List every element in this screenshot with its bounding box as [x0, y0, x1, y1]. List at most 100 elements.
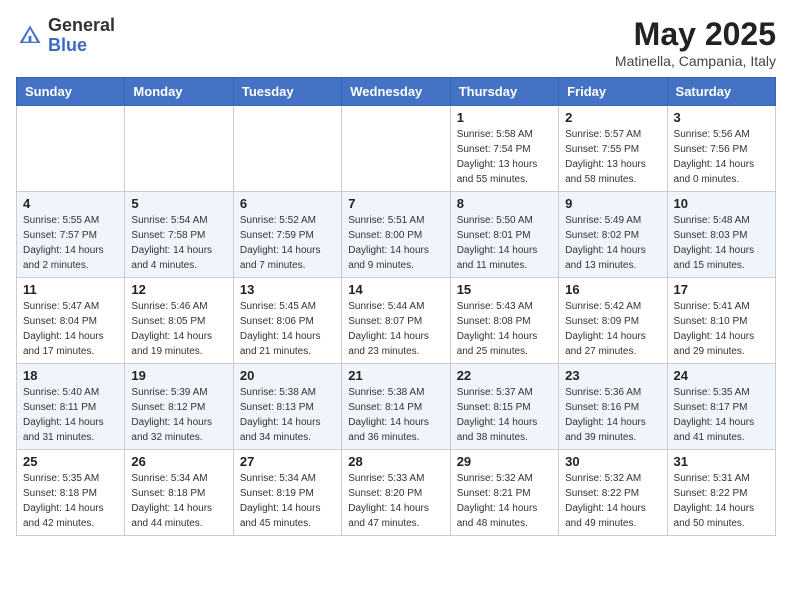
page-header: General Blue May 2025 Matinella, Campani… — [16, 16, 776, 69]
weekday-header: Monday — [125, 78, 233, 106]
day-info: Sunrise: 5:34 AM Sunset: 8:19 PM Dayligh… — [240, 473, 321, 529]
day-number: 6 — [240, 196, 335, 211]
day-number: 5 — [131, 196, 226, 211]
day-number: 21 — [348, 368, 443, 383]
day-info: Sunrise: 5:45 AM Sunset: 8:06 PM Dayligh… — [240, 301, 321, 357]
day-info: Sunrise: 5:40 AM Sunset: 8:11 PM Dayligh… — [23, 387, 104, 443]
day-info: Sunrise: 5:46 AM Sunset: 8:05 PM Dayligh… — [131, 301, 212, 357]
calendar-cell: 2Sunrise: 5:57 AM Sunset: 7:55 PM Daylig… — [559, 106, 667, 192]
logo-icon — [16, 22, 44, 50]
day-info: Sunrise: 5:55 AM Sunset: 7:57 PM Dayligh… — [23, 215, 104, 271]
day-number: 23 — [565, 368, 660, 383]
calendar-week-row: 11 Sunrise: 5:47 AM Sunset: 8:04 PM Dayli… — [17, 278, 776, 364]
day-info: Sunrise: 5:51 AM Sunset: 8:00 PM Dayligh… — [348, 215, 429, 271]
title-block: May 2025 Matinella, Campania, Italy — [615, 16, 776, 69]
calendar-cell: 3 Sunrise: 5:56 AM Sunset: 7:56 PM Daylig… — [667, 106, 775, 192]
calendar-header-row: SundayMondayTuesdayWednesdayThursdayFrid… — [17, 78, 776, 106]
weekday-header: Sunday — [17, 78, 125, 106]
calendar-cell: 7Sunrise: 5:51 AM Sunset: 8:00 PM Daylig… — [342, 192, 450, 278]
day-number: 31 — [674, 454, 769, 469]
day-number: 13 — [240, 282, 335, 297]
calendar-cell: 4Sunrise: 5:55 AM Sunset: 7:57 PM Daylig… — [17, 192, 125, 278]
day-info: Sunrise: 5:41 AM Sunset: 8:10 PM Dayligh… — [674, 301, 755, 357]
day-number: 26 — [131, 454, 226, 469]
day-info: Sunrise: 5:49 AM Sunset: 8:02 PM Dayligh… — [565, 215, 646, 271]
calendar-week-row: 4Sunrise: 5:55 AM Sunset: 7:57 PM Daylig… — [17, 192, 776, 278]
day-info: Sunrise: 5:38 AM Sunset: 8:14 PM Dayligh… — [348, 387, 429, 443]
day-info: Sunrise: 5:44 AM Sunset: 8:07 PM Dayligh… — [348, 301, 429, 357]
calendar-cell: 23 Sunrise: 5:36 AM Sunset: 8:16 PM Dayli… — [559, 364, 667, 450]
calendar-cell: 10 Sunrise: 5:48 AM Sunset: 8:03 PM Dayli… — [667, 192, 775, 278]
calendar-cell: 11 Sunrise: 5:47 AM Sunset: 8:04 PM Dayli… — [17, 278, 125, 364]
day-info: Sunrise: 5:47 AM Sunset: 8:04 PM Dayligh… — [23, 301, 104, 357]
day-number: 17 — [674, 282, 769, 297]
day-number: 8 — [457, 196, 552, 211]
day-number: 15 — [457, 282, 552, 297]
calendar-cell: 18Sunrise: 5:40 AM Sunset: 8:11 PM Dayli… — [17, 364, 125, 450]
calendar-cell: 14 Sunrise: 5:44 AM Sunset: 8:07 PM Dayli… — [342, 278, 450, 364]
weekday-header: Friday — [559, 78, 667, 106]
day-info: Sunrise: 5:33 AM Sunset: 8:20 PM Dayligh… — [348, 473, 429, 529]
weekday-header: Tuesday — [233, 78, 341, 106]
calendar-table: SundayMondayTuesdayWednesdayThursdayFrid… — [16, 77, 776, 536]
calendar-week-row: 18Sunrise: 5:40 AM Sunset: 8:11 PM Dayli… — [17, 364, 776, 450]
day-info: Sunrise: 5:35 AM Sunset: 8:18 PM Dayligh… — [23, 473, 104, 529]
day-info: Sunrise: 5:43 AM Sunset: 8:08 PM Dayligh… — [457, 301, 538, 357]
calendar-cell: 19 Sunrise: 5:39 AM Sunset: 8:12 PM Dayli… — [125, 364, 233, 450]
day-info: Sunrise: 5:56 AM Sunset: 7:56 PM Dayligh… — [674, 129, 755, 185]
calendar-cell: 6 Sunrise: 5:52 AM Sunset: 7:59 PM Daylig… — [233, 192, 341, 278]
day-info: Sunrise: 5:34 AM Sunset: 8:18 PM Dayligh… — [131, 473, 212, 529]
calendar-cell: 16Sunrise: 5:42 AM Sunset: 8:09 PM Dayli… — [559, 278, 667, 364]
calendar-cell: 8 Sunrise: 5:50 AM Sunset: 8:01 PM Daylig… — [450, 192, 558, 278]
day-number: 1 — [457, 110, 552, 125]
day-number: 20 — [240, 368, 335, 383]
day-number: 16 — [565, 282, 660, 297]
day-number: 22 — [457, 368, 552, 383]
day-number: 29 — [457, 454, 552, 469]
calendar-cell: 29Sunrise: 5:32 AM Sunset: 8:21 PM Dayli… — [450, 450, 558, 536]
calendar-cell: 26 Sunrise: 5:34 AM Sunset: 8:18 PM Dayli… — [125, 450, 233, 536]
day-info: Sunrise: 5:32 AM Sunset: 8:22 PM Dayligh… — [565, 473, 646, 529]
calendar-cell: 5 Sunrise: 5:54 AM Sunset: 7:58 PM Daylig… — [125, 192, 233, 278]
calendar-cell: 21 Sunrise: 5:38 AM Sunset: 8:14 PM Dayli… — [342, 364, 450, 450]
calendar-week-row: 1 Sunrise: 5:58 AM Sunset: 7:54 PM Daylig… — [17, 106, 776, 192]
logo: General Blue — [16, 16, 115, 56]
day-number: 28 — [348, 454, 443, 469]
day-info: Sunrise: 5:39 AM Sunset: 8:12 PM Dayligh… — [131, 387, 212, 443]
day-number: 2 — [565, 110, 660, 125]
day-info: Sunrise: 5:36 AM Sunset: 8:16 PM Dayligh… — [565, 387, 646, 443]
location: Matinella, Campania, Italy — [615, 53, 776, 69]
calendar-cell: 20Sunrise: 5:38 AM Sunset: 8:13 PM Dayli… — [233, 364, 341, 450]
calendar-cell: 9 Sunrise: 5:49 AM Sunset: 8:02 PM Daylig… — [559, 192, 667, 278]
calendar-cell: 1 Sunrise: 5:58 AM Sunset: 7:54 PM Daylig… — [450, 106, 558, 192]
calendar-cell: 24Sunrise: 5:35 AM Sunset: 8:17 PM Dayli… — [667, 364, 775, 450]
day-info: Sunrise: 5:35 AM Sunset: 8:17 PM Dayligh… — [674, 387, 755, 443]
day-info: Sunrise: 5:54 AM Sunset: 7:58 PM Dayligh… — [131, 215, 212, 271]
day-number: 12 — [131, 282, 226, 297]
day-info: Sunrise: 5:50 AM Sunset: 8:01 PM Dayligh… — [457, 215, 538, 271]
day-number: 11 — [23, 282, 118, 297]
day-number: 14 — [348, 282, 443, 297]
logo-blue: Blue — [48, 35, 87, 55]
day-number: 10 — [674, 196, 769, 211]
day-number: 19 — [131, 368, 226, 383]
day-number: 9 — [565, 196, 660, 211]
calendar-cell: 31 Sunrise: 5:31 AM Sunset: 8:22 PM Dayli… — [667, 450, 775, 536]
day-info: Sunrise: 5:37 AM Sunset: 8:15 PM Dayligh… — [457, 387, 538, 443]
day-number: 30 — [565, 454, 660, 469]
day-info: Sunrise: 5:52 AM Sunset: 7:59 PM Dayligh… — [240, 215, 321, 271]
month-year: May 2025 — [615, 16, 776, 53]
calendar-cell — [342, 106, 450, 192]
day-number: 3 — [674, 110, 769, 125]
day-info: Sunrise: 5:58 AM Sunset: 7:54 PM Dayligh… — [457, 129, 538, 185]
calendar-cell: 27Sunrise: 5:34 AM Sunset: 8:19 PM Dayli… — [233, 450, 341, 536]
calendar-cell: 17 Sunrise: 5:41 AM Sunset: 8:10 PM Dayli… — [667, 278, 775, 364]
day-info: Sunrise: 5:31 AM Sunset: 8:22 PM Dayligh… — [674, 473, 755, 529]
logo-general: General — [48, 15, 115, 35]
calendar-cell — [233, 106, 341, 192]
day-info: Sunrise: 5:48 AM Sunset: 8:03 PM Dayligh… — [674, 215, 755, 271]
weekday-header: Thursday — [450, 78, 558, 106]
calendar-cell — [125, 106, 233, 192]
weekday-header: Wednesday — [342, 78, 450, 106]
calendar-cell: 15 Sunrise: 5:43 AM Sunset: 8:08 PM Dayli… — [450, 278, 558, 364]
